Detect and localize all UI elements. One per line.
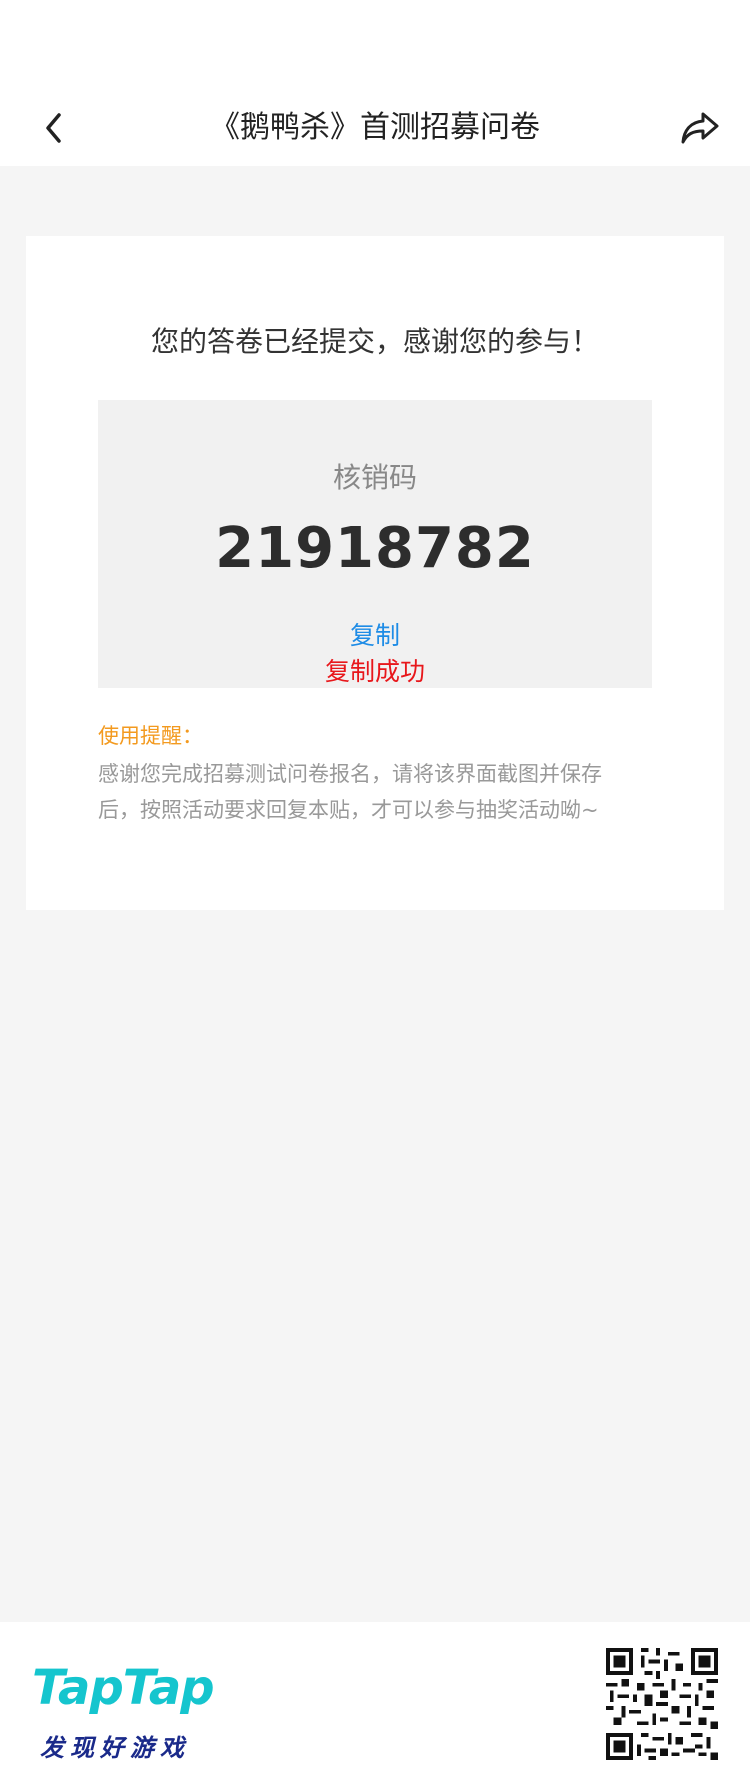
usage-tip-body: 感谢您完成招募测试问卷报名，请将该界面截图并保存后，按照活动要求回复本贴，才可以…: [98, 762, 602, 822]
redeem-code-box: 核销码 21918782 复制 复制成功: [98, 400, 652, 688]
copy-button[interactable]: 复制: [98, 616, 652, 652]
result-card: 您的答卷已经提交，感谢您的参与！ 核销码 21918782 复制 复制成功 使用…: [26, 236, 724, 910]
share-button[interactable]: [670, 100, 730, 156]
taptap-banner: TapTap 发现好游戏: [0, 1622, 750, 1792]
taptap-slogan: 发现好游戏: [40, 1734, 190, 1762]
copy-success-text: 复制成功: [324, 657, 425, 686]
page-title: 《鹅鸭杀》首测招募问卷: [210, 110, 540, 145]
back-button[interactable]: [26, 100, 82, 156]
share-arrow-icon: [681, 112, 719, 144]
chevron-left-icon: [46, 113, 61, 143]
qr-code-icon: [606, 1648, 718, 1760]
redeem-code: 21918782: [215, 516, 535, 581]
taptap-logo: TapTap: [32, 1660, 215, 1716]
nav-bar: 《鹅鸭杀》首测招募问卷: [0, 92, 750, 166]
submitted-message: 您的答卷已经提交，感谢您的参与！: [150, 325, 599, 358]
code-label: 核销码: [332, 461, 417, 494]
status-bar-area: [0, 0, 750, 92]
usage-tip-title: 使用提醒：: [98, 724, 203, 748]
